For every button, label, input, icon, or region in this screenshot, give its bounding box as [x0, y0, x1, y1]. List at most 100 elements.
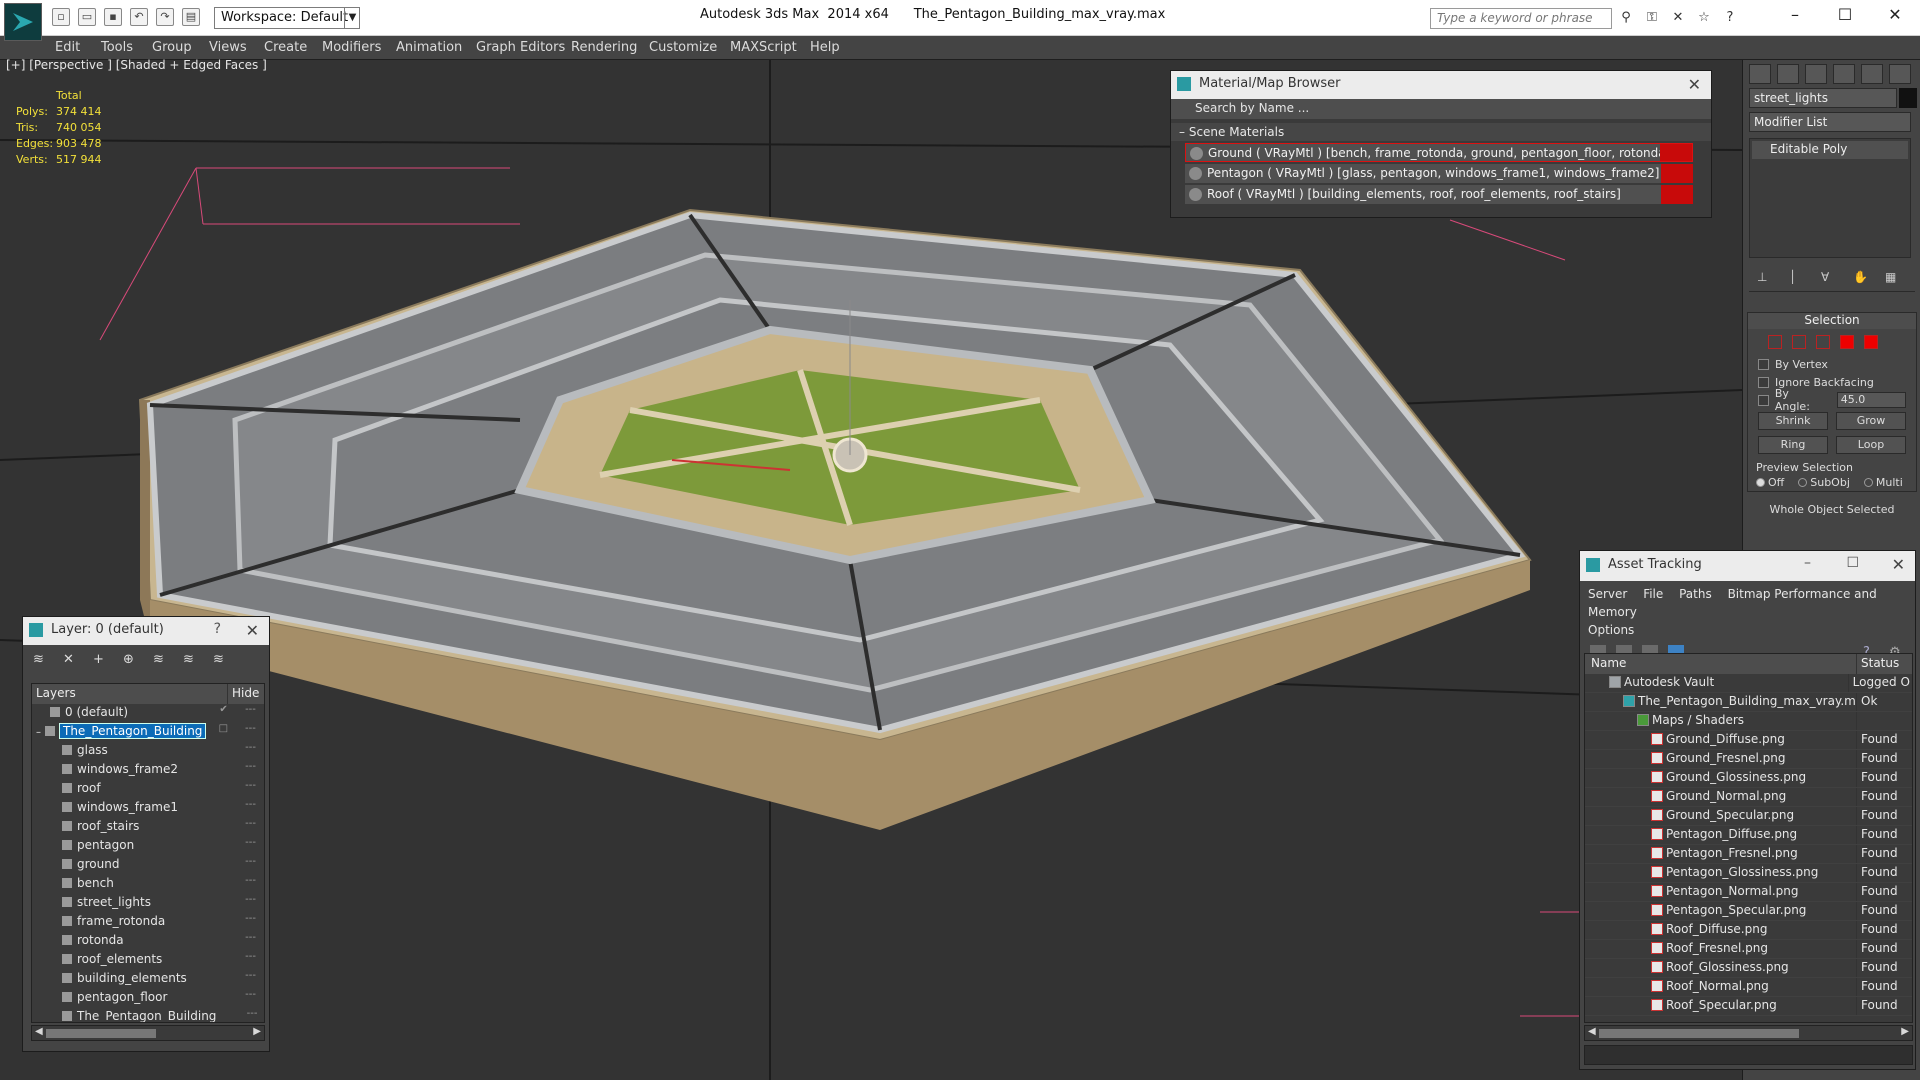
- minimize-button[interactable]: –: [1804, 555, 1811, 571]
- menu-help[interactable]: Help: [810, 40, 840, 55]
- asset-row[interactable]: Roof_Normal.png Found: [1585, 978, 1912, 997]
- border-level-icon[interactable]: [1816, 335, 1830, 349]
- asset-row[interactable]: Pentagon_Normal.png Found: [1585, 883, 1912, 902]
- vertex-level-icon[interactable]: [1768, 335, 1782, 349]
- layer-object-row[interactable]: pentagon ---: [32, 837, 264, 856]
- remove-modifier-icon[interactable]: ✋: [1853, 270, 1869, 286]
- display-tab-icon[interactable]: [1861, 64, 1883, 84]
- layer-row[interactable]: 0 (default) ✔ ---: [32, 704, 264, 723]
- material-row[interactable]: Ground ( VRayMtl ) [bench, frame_rotonda…: [1185, 143, 1693, 162]
- scene-materials-group[interactable]: – Scene Materials: [1171, 123, 1711, 141]
- hide-toggle[interactable]: ---: [237, 780, 264, 799]
- pin-stack-icon[interactable]: ⊥: [1757, 270, 1773, 286]
- search-input[interactable]: Type a keyword or phrase: [1430, 8, 1612, 29]
- collapse-icon[interactable]: –: [36, 727, 41, 738]
- hide-toggle[interactable]: ---: [237, 799, 264, 818]
- create-tab-icon[interactable]: [1749, 64, 1771, 84]
- menu-server[interactable]: Server: [1588, 587, 1627, 601]
- layer-object-row[interactable]: The_Pentagon_Building ---: [32, 1008, 264, 1022]
- asset-row[interactable]: Maps / Shaders: [1585, 712, 1912, 731]
- hide-toggle[interactable]: ---: [237, 742, 264, 761]
- select-objects-icon[interactable]: ⊕: [123, 653, 139, 667]
- checkmark-icon[interactable]: ✔: [210, 704, 237, 723]
- asset-row[interactable]: Ground_Specular.png Found: [1585, 807, 1912, 826]
- help-icon[interactable]: ?: [1720, 9, 1740, 27]
- scrollbar-thumb[interactable]: [46, 1029, 156, 1038]
- project-folder-icon[interactable]: ▤: [182, 8, 200, 26]
- layer-object-row[interactable]: roof_stairs ---: [32, 818, 264, 837]
- star-icon[interactable]: ☆: [1694, 9, 1714, 27]
- make-unique-icon[interactable]: ∀: [1821, 270, 1837, 286]
- grow-button[interactable]: Grow: [1836, 412, 1906, 430]
- edge-level-icon[interactable]: [1792, 335, 1806, 349]
- chevron-down-icon[interactable]: ▼: [344, 7, 360, 29]
- shrink-button[interactable]: Shrink: [1758, 412, 1828, 430]
- hide-toggle[interactable]: ---: [237, 951, 264, 970]
- loop-button[interactable]: Loop: [1836, 436, 1906, 454]
- layer-object-row[interactable]: windows_frame2 ---: [32, 761, 264, 780]
- binoculars-icon[interactable]: ⚲: [1616, 9, 1636, 27]
- asset-row[interactable]: Pentagon_Glossiness.png Found: [1585, 864, 1912, 883]
- ignore-backfacing-checkbox[interactable]: Ignore Backfacing: [1748, 373, 1916, 391]
- menu-graph-editors[interactable]: Graph Editors: [476, 40, 565, 55]
- column-header-name[interactable]: Name: [1585, 654, 1857, 674]
- selection-rollout-title[interactable]: Selection: [1748, 313, 1916, 329]
- layer-object-row[interactable]: glass ---: [32, 742, 264, 761]
- new-file-icon[interactable]: ▫: [52, 8, 70, 26]
- add-to-layer-icon[interactable]: +: [93, 653, 109, 667]
- hide-toggle[interactable]: ---: [237, 989, 264, 1008]
- object-name-field[interactable]: street_lights: [1749, 88, 1897, 108]
- asset-row[interactable]: Roof_Diffuse.png Found: [1585, 921, 1912, 940]
- undo-icon[interactable]: ↶: [130, 8, 148, 26]
- menu-create[interactable]: Create: [264, 40, 307, 55]
- hide-toggle[interactable]: ---: [237, 761, 264, 780]
- layer-object-row[interactable]: windows_frame1 ---: [32, 799, 264, 818]
- hide-toggle[interactable]: ---: [237, 970, 264, 989]
- menu-customize[interactable]: Customize: [649, 40, 717, 55]
- material-row[interactable]: Roof ( VRayMtl ) [building_elements, roo…: [1185, 185, 1693, 204]
- layer-object-row[interactable]: rotonda ---: [32, 932, 264, 951]
- open-file-icon[interactable]: ▭: [78, 8, 96, 26]
- layer-object-row[interactable]: building_elements ---: [32, 970, 264, 989]
- asset-row[interactable]: Ground_Normal.png Found: [1585, 788, 1912, 807]
- angle-spinner[interactable]: 45.0: [1836, 392, 1906, 408]
- horizontal-scrollbar[interactable]: ◀ ▶: [1584, 1025, 1913, 1041]
- material-row[interactable]: Pentagon ( VRayMtl ) [glass, pentagon, w…: [1185, 164, 1693, 183]
- menu-maxscript[interactable]: MAXScript: [730, 40, 797, 55]
- column-header-hide[interactable]: Hide: [228, 684, 263, 704]
- asset-status-field[interactable]: [1584, 1045, 1913, 1065]
- asset-row[interactable]: The_Pentagon_Building_max_vray.max Ok: [1585, 693, 1912, 712]
- current-layer-icon[interactable]: □: [210, 723, 237, 742]
- by-angle-checkbox[interactable]: By Angle: 45.0: [1748, 387, 1916, 413]
- menu-animation[interactable]: Animation: [396, 40, 462, 55]
- scroll-right-icon[interactable]: ▶: [253, 1026, 261, 1037]
- polygon-level-icon[interactable]: [1840, 335, 1854, 349]
- create-layer-icon[interactable]: ≋: [33, 653, 49, 667]
- asset-row[interactable]: Ground_Glossiness.png Found: [1585, 769, 1912, 788]
- app-menu-button[interactable]: [4, 3, 42, 41]
- hide-toggle[interactable]: ---: [237, 894, 264, 913]
- menu-file[interactable]: File: [1643, 587, 1663, 601]
- workspace-dropdown[interactable]: Workspace: Default: [214, 7, 360, 29]
- freeze-all-icon[interactable]: ≋: [213, 653, 229, 667]
- modify-tab-icon[interactable]: [1777, 64, 1799, 84]
- hide-toggle[interactable]: ---: [237, 913, 264, 932]
- layer-object-row[interactable]: ground ---: [32, 856, 264, 875]
- menu-views[interactable]: Views: [209, 40, 247, 55]
- utilities-tab-icon[interactable]: [1889, 64, 1911, 84]
- show-end-result-icon[interactable]: │: [1789, 270, 1805, 286]
- column-header-layers[interactable]: Layers: [32, 684, 228, 704]
- minimize-button[interactable]: –: [1770, 0, 1820, 30]
- ring-button[interactable]: Ring: [1758, 436, 1828, 454]
- preview-subobj-radio[interactable]: SubObj: [1798, 476, 1850, 489]
- hide-toggle[interactable]: ---: [237, 704, 264, 723]
- hide-toggle[interactable]: ---: [237, 723, 264, 742]
- asset-row[interactable]: Roof_Glossiness.png Found: [1585, 959, 1912, 978]
- close-icon[interactable]: ✕: [1688, 75, 1701, 94]
- help-icon[interactable]: ?: [214, 621, 221, 637]
- hide-toggle[interactable]: ---: [237, 837, 264, 856]
- hide-toggle[interactable]: ---: [237, 875, 264, 894]
- layer-object-row[interactable]: frame_rotonda ---: [32, 913, 264, 932]
- menu-options[interactable]: Options: [1588, 623, 1634, 637]
- asset-row[interactable]: Autodesk Vault Logged O: [1585, 674, 1912, 693]
